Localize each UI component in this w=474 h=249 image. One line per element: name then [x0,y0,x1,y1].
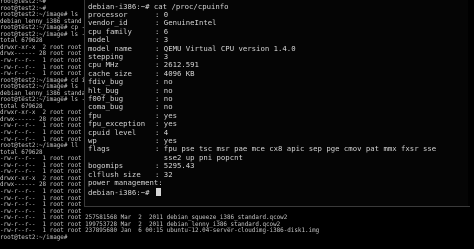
guest-console-window[interactable]: debian-i386:~# cat /proc/cpuinfo process… [84,0,470,207]
host-terminal-line: -rw-r--r-- 1 root root [0,123,82,130]
host-terminal-line: debian_lenny_i386_standa [0,90,86,97]
guest-prompt-text: debian-i386:~# [88,188,154,197]
cpuinfo-row: flags: fpu pse tsc msr pae mce cx8 apic … [88,144,436,154]
cpuinfo-key: flags [88,144,110,154]
host-terminal-line: root@test2:~/image# [0,234,71,241]
host-terminal-line: -rw-r--r-- 1 root root [0,57,82,64]
cpuinfo-row: power management: [88,178,163,187]
host-right-edge [468,0,474,206]
cpuinfo-key: cpuid level [88,127,137,137]
guest-prompt-line: debian-i386:~# [88,188,161,197]
cpuinfo-value: 32 [163,169,173,179]
host-terminal-line: -rw-r--r-- 1 root root [0,156,82,163]
cpuinfo-value: QEMU Virtual CPU version 1.4.0 [163,43,296,53]
cpuinfo-key: power management [88,178,159,187]
text-cursor [155,188,161,196]
cpuinfo-value: GenuineIntel [163,18,217,28]
host-terminal-line: -rw-r--r-- 1 root root [0,188,82,195]
host-terminal-line: -rw-r--r-- 1 root root 199753728 Mar 2 2… [0,221,281,228]
cpuinfo-separator: : [158,178,163,187]
